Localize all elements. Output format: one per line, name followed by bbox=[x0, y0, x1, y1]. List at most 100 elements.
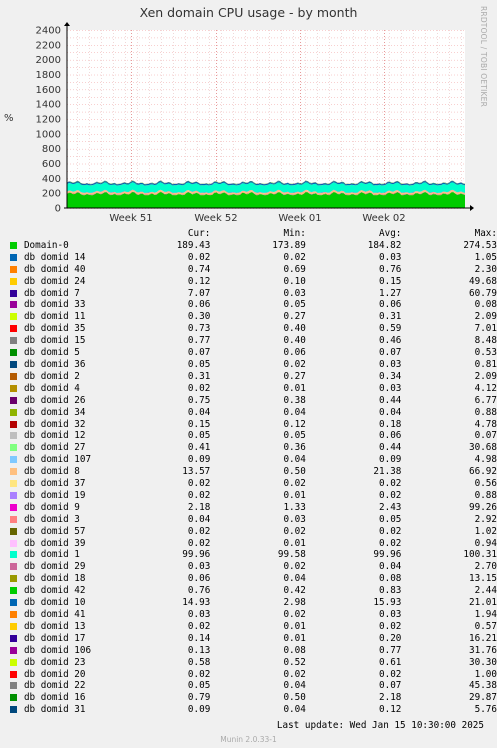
y-tick-label: 1600 bbox=[36, 85, 61, 96]
legend-avg: 0.03 bbox=[379, 251, 402, 263]
legend-max: 0.88 bbox=[474, 489, 497, 501]
y-tick-label: 0 bbox=[55, 204, 61, 215]
legend-name: db domid 35 bbox=[23, 323, 86, 335]
legend-avg: 0.46 bbox=[379, 335, 402, 347]
legend-swatch bbox=[10, 289, 17, 297]
legend-swatch bbox=[10, 503, 17, 511]
legend-swatch bbox=[10, 468, 17, 476]
y-tick-label: 200 bbox=[42, 189, 61, 200]
legend-row: db domid 11 0.30 0.27 0.31 2.09 bbox=[10, 311, 497, 323]
legend-min: 0.02 bbox=[283, 561, 306, 573]
y-tick-label: 1200 bbox=[36, 115, 61, 126]
legend-swatch bbox=[10, 360, 17, 368]
legend-max: 99.26 bbox=[469, 501, 497, 513]
legend-name: db domid 4 bbox=[23, 382, 80, 394]
legend-cur: 0.30 bbox=[187, 311, 211, 323]
legend-swatch bbox=[10, 646, 17, 654]
y-tick-label: 1800 bbox=[36, 70, 61, 81]
legend-cur: 7.07 bbox=[187, 287, 211, 299]
legend-swatch bbox=[10, 456, 17, 464]
legend-name: db domid 14 bbox=[23, 251, 86, 263]
legend-row: db domid 29 0.03 0.02 0.04 2.70 bbox=[10, 561, 497, 573]
legend-name: db domid 42 bbox=[23, 585, 86, 597]
legend-name: db domid 29 bbox=[23, 561, 86, 573]
y-tick-label: 2000 bbox=[36, 55, 61, 66]
legend-avg: 2.43 bbox=[379, 501, 402, 513]
legend-swatch bbox=[10, 372, 17, 380]
legend-max: 5.76 bbox=[474, 704, 497, 716]
legend-min: 0.04 bbox=[283, 680, 306, 692]
legend-avg: 0.02 bbox=[379, 525, 402, 537]
legend-name: db domid 39 bbox=[23, 537, 86, 549]
legend-row: db domid 10 14.93 2.98 15.93 21.01 bbox=[10, 597, 497, 609]
legend-name: db domid 31 bbox=[23, 704, 86, 716]
legend-row: db domid 107 0.09 0.04 0.09 4.98 bbox=[10, 454, 497, 466]
legend-row: db domid 42 0.76 0.42 0.83 2.44 bbox=[10, 585, 497, 597]
legend-max: 0.57 bbox=[474, 620, 497, 632]
legend-swatch bbox=[10, 432, 17, 440]
legend-name: db domid 27 bbox=[23, 442, 86, 454]
legend-swatch bbox=[10, 599, 17, 607]
legend-cur: 99.96 bbox=[182, 549, 211, 561]
legend-row: db domid 33 0.06 0.05 0.06 0.08 bbox=[10, 299, 497, 311]
legend-name: db domid 57 bbox=[23, 525, 86, 537]
legend-avg: 0.02 bbox=[379, 668, 402, 680]
legend-swatch bbox=[10, 325, 17, 333]
legend-min: 0.02 bbox=[283, 609, 306, 620]
legend-row: db domid 9 2.18 1.33 2.43 99.26 bbox=[10, 502, 497, 514]
legend-row: db domid 12 0.05 0.05 0.06 0.07 bbox=[10, 430, 497, 442]
legend-swatch bbox=[10, 658, 17, 666]
column-header-max: Max: bbox=[474, 228, 497, 239]
legend-min: 0.01 bbox=[283, 382, 306, 394]
legend-max: 30.30 bbox=[469, 656, 497, 668]
legend-max: 2.92 bbox=[474, 513, 497, 525]
legend-swatch bbox=[10, 241, 17, 249]
legend-avg: 0.59 bbox=[379, 323, 402, 335]
legend-name: db domid 13 bbox=[23, 620, 86, 632]
legend-swatch bbox=[10, 634, 17, 642]
legend-cur: 0.02 bbox=[187, 251, 211, 263]
legend-cur: 0.05 bbox=[187, 358, 211, 370]
legend-max: 2.70 bbox=[474, 561, 497, 573]
legend-cur: 0.12 bbox=[187, 275, 211, 287]
legend-swatch bbox=[10, 587, 17, 595]
legend-swatch bbox=[10, 349, 17, 357]
legend-swatch bbox=[10, 337, 17, 345]
legend-avg: 0.06 bbox=[379, 430, 402, 442]
legend-row: db domid 23 0.58 0.52 0.61 30.30 bbox=[10, 657, 497, 669]
legend-min: 0.50 bbox=[283, 466, 306, 478]
legend-header-row: Cur: Min: Avg: Max: bbox=[10, 228, 497, 240]
legend-avg: 0.03 bbox=[379, 382, 402, 394]
legend-swatch bbox=[10, 527, 17, 535]
legend-avg: 0.20 bbox=[379, 632, 402, 644]
legend-row: db domid 5 0.07 0.06 0.07 0.53 bbox=[10, 347, 497, 359]
legend-avg: 0.09 bbox=[379, 454, 402, 466]
legend-avg: 0.61 bbox=[379, 656, 402, 668]
y-tick-label: 600 bbox=[42, 159, 61, 170]
legend-name: db domid 26 bbox=[23, 394, 86, 406]
y-axis-arrow bbox=[64, 22, 70, 26]
legend-min: 2.98 bbox=[283, 597, 306, 609]
y-tick-label: 800 bbox=[42, 144, 61, 155]
legend-avg: 2.18 bbox=[379, 692, 402, 704]
legend-cur: 0.09 bbox=[187, 454, 211, 466]
legend-cur: 0.09 bbox=[187, 704, 211, 716]
legend-cur: 0.02 bbox=[187, 537, 211, 549]
legend-swatch bbox=[10, 301, 17, 309]
legend-avg: 0.06 bbox=[379, 299, 402, 311]
x-axis-arrow bbox=[470, 205, 474, 211]
legend-max: 1.05 bbox=[474, 251, 497, 263]
legend-max: 2.09 bbox=[474, 311, 497, 323]
legend-avg: 0.44 bbox=[379, 442, 402, 454]
legend-cur: 0.04 bbox=[187, 406, 211, 418]
legend-swatch bbox=[10, 480, 17, 488]
legend-row: db domid 26 0.75 0.38 0.44 6.77 bbox=[10, 395, 497, 407]
legend-avg: 0.76 bbox=[379, 263, 402, 275]
legend-cur: 0.05 bbox=[187, 680, 211, 692]
legend-min: 99.58 bbox=[277, 549, 306, 561]
legend-swatch bbox=[10, 420, 17, 428]
legend-min: 0.04 bbox=[283, 704, 306, 716]
y-tick-label: 1400 bbox=[36, 100, 61, 111]
legend-min: 0.02 bbox=[283, 668, 306, 680]
legend-min: 0.27 bbox=[283, 370, 306, 382]
